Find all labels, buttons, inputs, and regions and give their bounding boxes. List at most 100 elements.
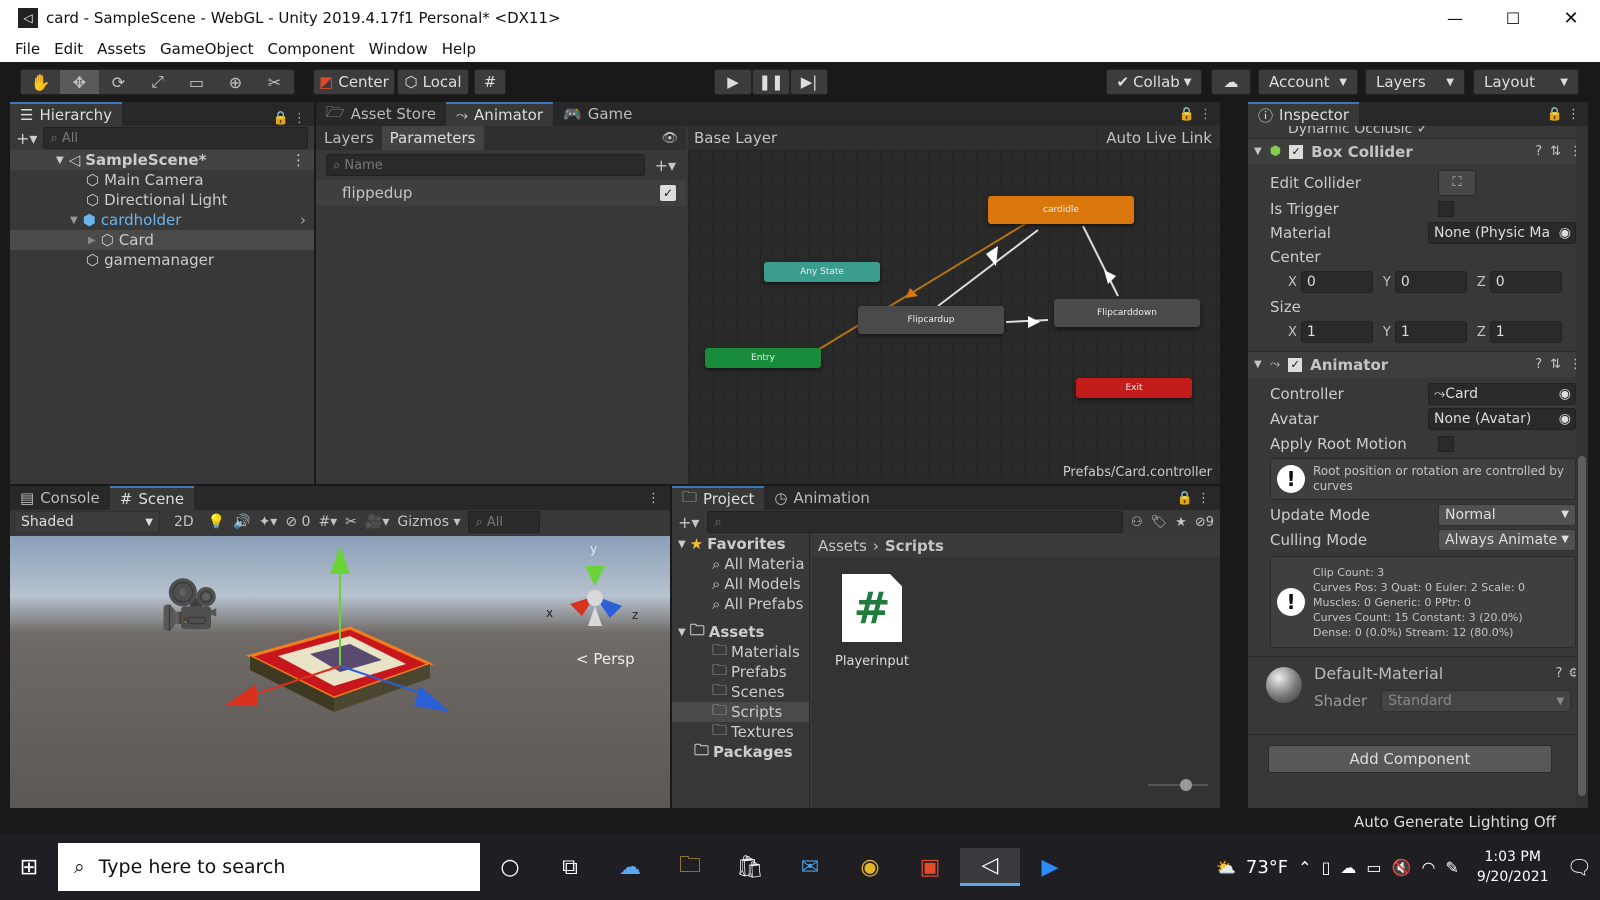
hand-tool-icon[interactable]: ✋	[21, 70, 60, 94]
hierarchy-item[interactable]: ⬡ Directional Light	[10, 190, 314, 210]
size-y-field[interactable]: 1	[1394, 321, 1467, 343]
hierarchy-item[interactable]: ⬡ gamemanager	[10, 250, 314, 270]
audio-icon[interactable]: 🔊	[233, 514, 250, 530]
account-dropdown[interactable]: Account ▼	[1258, 69, 1358, 95]
gizmos-dropdown[interactable]: Gizmos ▾	[397, 514, 460, 530]
parameter-checkbox[interactable]: ✓	[660, 185, 676, 201]
update-mode-dropdown[interactable]: Normal ▼	[1438, 503, 1576, 526]
menu-edit[interactable]: Edit	[54, 40, 83, 58]
tab-hierarchy[interactable]: ☰ Hierarchy	[10, 102, 122, 126]
taskbar-search[interactable]: ⌕ Type here to search	[58, 843, 480, 891]
filter-type-icon[interactable]: ⚇	[1131, 515, 1143, 530]
center-z-field[interactable]: 0	[1489, 271, 1562, 293]
panel-menu-icon[interactable]: 🔒 ⋮	[1179, 107, 1220, 122]
volume-mute-icon[interactable]: 🔇	[1392, 858, 1412, 877]
toggle-2d-button[interactable]: 2D	[168, 514, 200, 530]
parameter-search[interactable]: ⌕ Name	[326, 154, 645, 176]
device-icon[interactable]: ▯	[1322, 858, 1331, 877]
favorite-item[interactable]: ⌕ All Models	[672, 574, 809, 594]
size-z-field[interactable]: 1	[1489, 321, 1562, 343]
controller-field[interactable]: ⤳Card ◉	[1428, 382, 1576, 405]
camera-icon[interactable]: 🎥▾	[365, 514, 389, 530]
tab-parameters[interactable]: Parameters	[381, 126, 484, 150]
folder-item[interactable]: 🗀 Textures	[672, 721, 809, 742]
tab-asset-store[interactable]: 🗁 Asset Store	[316, 102, 446, 126]
hierarchy-item[interactable]: ⬡ Main Camera	[10, 170, 314, 190]
panel-menu-icon[interactable]: ⋮	[647, 491, 670, 506]
transform-tool-icon[interactable]: ⊕	[216, 70, 255, 94]
maximize-button[interactable]: ☐	[1484, 0, 1542, 37]
clock[interactable]: 1:03 PM 9/20/2021	[1469, 847, 1557, 887]
project-search[interactable]: ⌕	[707, 511, 1123, 533]
panel-menu-icon[interactable]: 🔒 ⋮	[1177, 491, 1220, 506]
menu-file[interactable]: File	[15, 40, 40, 58]
windows-start-icon[interactable]: ⊞	[0, 848, 58, 886]
is-trigger-checkbox[interactable]	[1438, 201, 1454, 217]
hidden-objects-icon[interactable]: ⊘ 0	[285, 514, 310, 530]
rect-tool-icon[interactable]: ▭	[177, 70, 216, 94]
move-tool-icon[interactable]: ✥	[60, 70, 99, 94]
scene-row[interactable]: ▼ ◁ SampleScene* ⋮	[10, 150, 314, 170]
icon-size-slider[interactable]	[1148, 779, 1208, 791]
tab-project[interactable]: 🗀 Project	[672, 486, 765, 510]
pivot-center-button[interactable]: ◩ Center	[313, 69, 395, 95]
collab-dropdown[interactable]: ✔ Collab ▼	[1106, 69, 1202, 95]
battery-icon[interactable]: ▭	[1366, 858, 1381, 877]
create-icon[interactable]: +▾	[678, 513, 699, 532]
folder-item[interactable]: 🗀 Scripts	[672, 701, 809, 722]
menu-window[interactable]: Window	[369, 40, 428, 58]
grid-toggle-icon[interactable]: #▾	[318, 514, 337, 530]
more-icon[interactable]: ⋮	[291, 151, 314, 169]
center-y-field[interactable]: 0	[1394, 271, 1467, 293]
tab-console[interactable]: ▤ Console	[10, 486, 110, 510]
preset-icon[interactable]: ⇅	[1550, 144, 1561, 159]
tab-layers[interactable]: Layers	[316, 129, 382, 147]
light-icon[interactable]: 💡	[208, 514, 225, 530]
custom-tool-icon[interactable]: ✂	[255, 70, 294, 94]
object-picker-icon[interactable]: ◉	[1559, 411, 1571, 427]
box-collider-header[interactable]: ▼ ⬢ ✓ Box Collider ?⇅⋮	[1248, 138, 1588, 164]
chevron-up-icon[interactable]: ⌃	[1298, 858, 1311, 877]
temperature[interactable]: 73°F	[1246, 857, 1288, 878]
add-parameter-icon[interactable]: +▾	[655, 156, 676, 175]
avatar-field[interactable]: None (Avatar) ◉	[1428, 407, 1576, 430]
hierarchy-item[interactable]: ▶ ⬡ Card	[10, 230, 314, 250]
preset-icon[interactable]: ⇅	[1550, 357, 1561, 372]
mail-icon[interactable]: ✉	[780, 848, 840, 886]
grid-snap-button[interactable]: #	[474, 69, 506, 95]
step-button[interactable]: ▶|	[790, 69, 828, 95]
animator-graph[interactable]: Base Layer Auto Live Link cardidle Any S…	[688, 126, 1220, 484]
layers-dropdown[interactable]: Layers ▼	[1365, 69, 1465, 95]
help-icon[interactable]: ?	[1555, 666, 1562, 681]
center-x-field[interactable]: 0	[1300, 271, 1373, 293]
add-component-button[interactable]: Add Component	[1268, 745, 1552, 773]
menu-help[interactable]: Help	[442, 40, 476, 58]
favorites-folder[interactable]: ▼ ★ Favorites	[672, 534, 809, 554]
chevron-right-icon[interactable]: ›	[300, 211, 314, 229]
packages-folder[interactable]: 🗀 Packages	[672, 741, 809, 762]
filter-label-icon[interactable]: 🏷	[1151, 515, 1168, 530]
animator-header[interactable]: ▼ ⤳ ✓ Animator ?⇅⋮	[1248, 351, 1588, 377]
tab-scene[interactable]: # Scene	[109, 486, 195, 510]
eye-icon[interactable]: 👁	[661, 131, 686, 146]
cortana-icon[interactable]: ○	[480, 848, 540, 886]
size-x-field[interactable]: 1	[1300, 321, 1373, 343]
hierarchy-item[interactable]: ▼ ⬢ cardholder ›	[10, 210, 314, 230]
tab-inspector[interactable]: ⓘ Inspector	[1248, 102, 1359, 126]
menu-gameobject[interactable]: GameObject	[160, 40, 254, 58]
tools-icon[interactable]: ✂	[345, 514, 357, 530]
script-asset[interactable]: # Playerinput	[832, 574, 912, 669]
weather-icon[interactable]: ⛅	[1216, 858, 1236, 877]
tab-animator[interactable]: ⤳ Animator	[446, 102, 554, 126]
cloud-sync-icon[interactable]: ☁	[1340, 858, 1356, 877]
menu-assets[interactable]: Assets	[97, 40, 146, 58]
state-flipcarddown[interactable]: Flipcarddown	[1054, 299, 1200, 327]
state-any-state[interactable]: Any State	[764, 262, 880, 282]
state-cardidle[interactable]: cardidle	[988, 196, 1134, 224]
state-entry[interactable]: Entry	[705, 348, 821, 368]
unity-icon[interactable]: ◁	[960, 848, 1020, 886]
play-button[interactable]: ▶	[714, 69, 752, 95]
pen-icon[interactable]: ✎	[1445, 858, 1458, 877]
effects-icon[interactable]: ✦▾	[259, 514, 278, 530]
zoom-icon[interactable]: ▶	[1020, 848, 1080, 886]
